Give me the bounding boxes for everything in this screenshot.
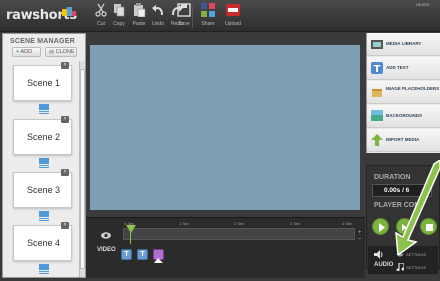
- image-icon: [154, 258, 163, 263]
- video-track-label: VIDEO: [97, 247, 116, 253]
- timeline-ruler: 0 Sec 1 Sec 2 Sec 3 Sec 4 Sec: [124, 221, 354, 227]
- add-scene-button[interactable]: + ADD: [12, 47, 41, 57]
- copy-button[interactable]: Copy: [108, 3, 130, 27]
- ruler-tick: 4 Sec: [342, 221, 353, 226]
- youtube-icon: [226, 4, 240, 16]
- text-icon: T: [371, 62, 383, 74]
- clipboard-icon: [134, 3, 146, 17]
- timeline-panel: 0 Sec 1 Sec 2 Sec 3 Sec 4 Sec VIDEO T T …: [86, 217, 365, 278]
- menu-item-label: IMAGE PLACEHOLDERS: [386, 86, 440, 91]
- menu-item-label: BACKGROUNDS: [386, 113, 422, 118]
- speaker-icon[interactable]: [374, 250, 384, 259]
- scrollbar-thumb[interactable]: [80, 69, 85, 269]
- media-library-button[interactable]: MEDIA LIBRARY: [367, 33, 440, 56]
- backgrounds-button[interactable]: BACKGROUNDS: [367, 105, 440, 128]
- zoom-controls[interactable]: + –: [358, 230, 362, 242]
- ruler-tick: 1 Sec: [179, 221, 190, 226]
- upload-label: Upload: [225, 21, 241, 27]
- add-text-button[interactable]: T ADD TEXT: [367, 57, 440, 80]
- ruler-tick: 3 Sec: [290, 221, 301, 226]
- film-icon: [371, 40, 383, 49]
- scene-list: × Scene 1 × Scene 2 × Scene 3 × Scene 4: [5, 61, 79, 277]
- scissors-icon: [95, 3, 107, 17]
- share-label: Share: [201, 21, 215, 27]
- scene-thumbnail[interactable]: × Scene 1: [13, 62, 72, 101]
- clone-scene-button[interactable]: ▤ CLONE: [45, 47, 77, 57]
- add-scene-label: ADD: [20, 49, 33, 55]
- upload-button[interactable]: Upload: [222, 3, 244, 27]
- svg-text:T: T: [374, 64, 381, 74]
- image-icon: [371, 110, 383, 121]
- play-button[interactable]: [372, 218, 389, 235]
- ruler-tick: 2 Sec: [234, 221, 245, 226]
- scene-thumbnail[interactable]: × Scene 4: [13, 222, 72, 261]
- scene-thumbnail[interactable]: × Scene 3: [13, 169, 72, 208]
- delete-scene-icon[interactable]: ×: [61, 62, 69, 69]
- menu-item-label: ADD TEXT: [386, 65, 409, 70]
- playhead-marker[interactable]: [126, 225, 136, 233]
- arrow-up-icon: [371, 134, 383, 146]
- fx-transition-icon[interactable]: [39, 264, 49, 274]
- plus-icon: +: [16, 49, 20, 55]
- menu-item-label: IMPORT MEDIA: [386, 137, 420, 142]
- scene-thumbnail[interactable]: × Scene 2: [13, 116, 72, 155]
- image-placeholders-button[interactable]: IMAGE PLACEHOLDERS: [367, 81, 440, 104]
- delete-scene-icon[interactable]: ×: [61, 222, 69, 229]
- scene-name: Scene 3: [26, 185, 61, 195]
- delete-scene-icon[interactable]: ×: [61, 169, 69, 176]
- share-button[interactable]: Share: [197, 3, 219, 27]
- scene-name: Scene 4: [26, 238, 61, 248]
- box-icon: [372, 89, 382, 97]
- timeline-text-item[interactable]: T: [121, 249, 132, 260]
- delete-scene-icon[interactable]: ×: [61, 116, 69, 123]
- fx-transition-icon[interactable]: [39, 158, 49, 168]
- clone-icon: ▤: [49, 49, 55, 55]
- timeline-track[interactable]: [123, 228, 355, 240]
- copy-icon: [114, 4, 125, 17]
- scene-list-scrollbar[interactable]: [79, 61, 85, 277]
- copy-label: Copy: [113, 21, 125, 27]
- import-media-button[interactable]: IMPORT MEDIA: [367, 129, 440, 152]
- logo-mark-icon: [62, 7, 76, 16]
- scene-name: Scene 1: [26, 78, 61, 88]
- share-icon: [201, 3, 215, 17]
- save-icon: [177, 3, 191, 17]
- text-item-label: T: [124, 251, 129, 258]
- corner-text: HEADE: [416, 2, 430, 7]
- right-menu-panel: MEDIA LIBRARY T ADD TEXT IMAGE PLACEHOLD…: [366, 33, 440, 153]
- top-toolbar: rawshorts Cut Copy Paste Undo Redo Save …: [0, 0, 440, 32]
- playhead-line: [130, 232, 131, 244]
- audio-label: AUDIO: [374, 262, 394, 268]
- undo-icon: [152, 5, 163, 16]
- timeline-image-item[interactable]: [153, 249, 164, 263]
- save-button[interactable]: Save: [173, 3, 195, 27]
- clone-scene-label: CLONE: [55, 49, 75, 55]
- eye-icon[interactable]: [101, 232, 111, 239]
- scene-name: Scene 2: [26, 132, 61, 142]
- music-settings-link[interactable]: SETTINGS: [406, 265, 426, 270]
- fx-transition-icon[interactable]: [39, 104, 49, 114]
- scene-manager-panel: SCENE MANAGER + ADD ▤ CLONE × Scene 1 × …: [2, 33, 86, 278]
- music-note-icon[interactable]: [396, 263, 404, 271]
- tutorial-arrow-icon: [395, 160, 440, 255]
- scene-manager-title: SCENE MANAGER: [10, 38, 75, 45]
- video-canvas[interactable]: [90, 45, 360, 210]
- menu-item-label: MEDIA LIBRARY: [386, 41, 422, 46]
- text-item-label: T: [140, 251, 145, 258]
- fx-transition-icon[interactable]: [39, 211, 49, 221]
- timeline-text-item[interactable]: T: [137, 249, 148, 260]
- save-label: Save: [178, 21, 190, 27]
